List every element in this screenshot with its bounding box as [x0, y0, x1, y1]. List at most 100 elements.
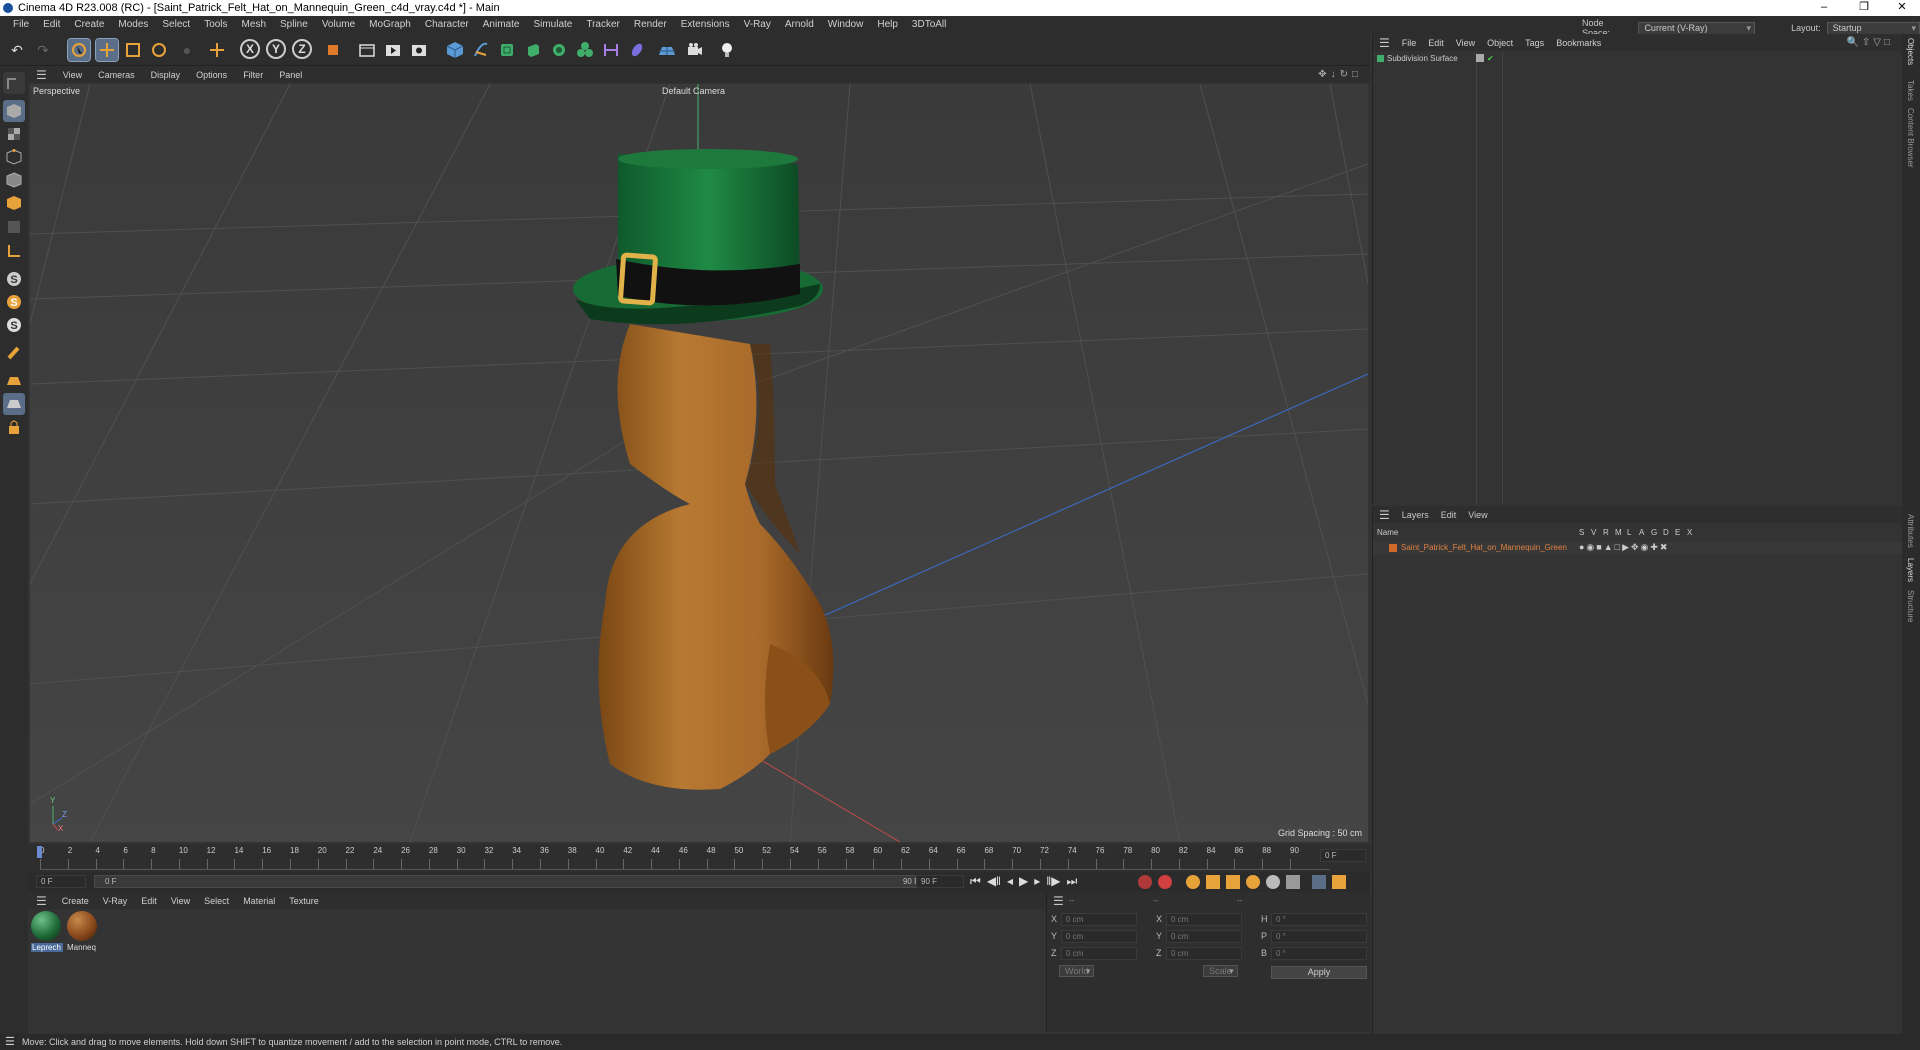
close-button[interactable]: ✕	[1886, 0, 1918, 16]
material-swatch[interactable]: Leprech	[31, 911, 63, 955]
pos-z-field[interactable]: 0 cm	[1061, 947, 1137, 960]
material-menu-texture[interactable]: Texture	[282, 896, 326, 906]
model-mode-icon[interactable]	[3, 100, 25, 122]
tab-takes[interactable]: Takes	[1906, 80, 1915, 101]
visibility-toggle-icon[interactable]	[1476, 54, 1484, 62]
rot-b-field[interactable]: 0 °	[1271, 947, 1367, 960]
select-icon[interactable]	[67, 38, 91, 62]
menu-character[interactable]: Character	[418, 16, 476, 34]
viewport-menu-view[interactable]: View	[55, 70, 90, 80]
object-menu-edit[interactable]: Edit	[1422, 38, 1450, 48]
snap-icon[interactable]: S	[3, 268, 25, 290]
coordinates-hamburger-icon[interactable]: ☰	[1053, 894, 1064, 908]
size-x-field[interactable]: 0 cm	[1166, 913, 1242, 926]
enabled-check-icon[interactable]: ✔	[1487, 54, 1494, 63]
y-axis-icon[interactable]: Y	[266, 39, 286, 59]
subdivision-icon[interactable]	[496, 39, 518, 61]
material-menu-select[interactable]: Select	[197, 896, 236, 906]
menu-select[interactable]: Select	[155, 16, 197, 34]
workplane-icon[interactable]: S	[3, 291, 25, 313]
material-swatch[interactable]: Manneq	[67, 911, 99, 955]
array-icon[interactable]	[548, 39, 570, 61]
polygon-mode-icon[interactable]	[3, 192, 25, 214]
autokey-icon[interactable]	[1158, 875, 1172, 889]
rotation-key-icon[interactable]	[1246, 875, 1260, 889]
play-icon[interactable]: ▶	[1019, 874, 1028, 889]
end-frame-field[interactable]: 90 F	[916, 875, 964, 888]
menu-create[interactable]: Create	[67, 16, 111, 34]
object-search-icon[interactable]: 🔍⇧▽□	[1846, 37, 1893, 48]
timeline-window-icon[interactable]	[1312, 875, 1326, 889]
deformer-icon[interactable]	[600, 39, 622, 61]
size-mode-dropdown[interactable]: Scale	[1203, 965, 1238, 977]
field-icon[interactable]	[626, 39, 648, 61]
sculpt-icon[interactable]	[3, 342, 25, 364]
camera-label[interactable]: Default Camera	[662, 86, 725, 96]
rot-h-field[interactable]: 0 °	[1271, 913, 1367, 926]
timeline-frame-field[interactable]: 0 F	[1320, 849, 1366, 862]
keyframe-selection-icon[interactable]	[1186, 875, 1200, 889]
menu-tracker[interactable]: Tracker	[579, 16, 627, 34]
edge-mode-icon[interactable]	[3, 169, 25, 191]
position-key-icon[interactable]	[1206, 875, 1220, 889]
grid-icon[interactable]	[3, 370, 25, 392]
viewport-menu-options[interactable]: Options	[188, 70, 235, 80]
object-menu-bookmarks[interactable]: Bookmarks	[1550, 38, 1607, 48]
menu-animate[interactable]: Animate	[476, 16, 527, 34]
menu-mesh[interactable]: Mesh	[235, 16, 273, 34]
extrude-icon[interactable]	[522, 39, 544, 61]
scale-icon[interactable]	[122, 39, 144, 61]
layer-color-swatch[interactable]	[1389, 544, 1397, 552]
material-hamburger-icon[interactable]: ☰	[28, 894, 55, 908]
viewport-menu-filter[interactable]: Filter	[235, 70, 271, 80]
go-to-start-icon[interactable]: ⏮	[970, 874, 981, 889]
layer-hamburger-icon[interactable]: ☰	[1373, 508, 1396, 522]
go-to-end-icon[interactable]: ⏭	[1066, 874, 1077, 889]
viewport-hamburger-icon[interactable]: ☰	[28, 68, 55, 82]
timeline-ruler[interactable]: 0 2 4 6 8 10 12 14 16 18 20 22 24 26 28 30 32 34 36 38 40 42 4…	[28, 844, 1370, 872]
apply-button[interactable]: Apply	[1271, 966, 1367, 979]
object-menu-view[interactable]: View	[1450, 38, 1481, 48]
layer-name[interactable]: Saint_Patrick_Felt_Hat_on_Mannequin_Gree…	[1401, 543, 1567, 552]
menu-arnold[interactable]: Arnold	[778, 16, 821, 34]
tab-layers[interactable]: Layers	[1906, 558, 1915, 582]
object-menu-object[interactable]: Object	[1481, 38, 1519, 48]
light-icon[interactable]	[716, 39, 738, 61]
coordinate-system-icon[interactable]	[322, 39, 344, 61]
record-icon[interactable]	[1138, 875, 1152, 889]
viewport-menu-cameras[interactable]: Cameras	[90, 70, 143, 80]
pos-x-field[interactable]: 0 cm	[1061, 913, 1137, 926]
menu-tools[interactable]: Tools	[197, 16, 234, 34]
object-row[interactable]: Subdivision Surface ✔	[1373, 52, 1903, 64]
texture-mode-icon[interactable]	[3, 123, 25, 145]
undo-icon[interactable]: ↶	[6, 39, 28, 61]
viewport-menu-panel[interactable]: Panel	[271, 70, 310, 80]
solo-icon[interactable]: S	[3, 314, 25, 336]
menu-help[interactable]: Help	[870, 16, 905, 34]
parameter-key-icon[interactable]	[1266, 875, 1280, 889]
menu-edit[interactable]: Edit	[36, 16, 67, 34]
layout-dropdown[interactable]: Startup	[1826, 21, 1920, 35]
size-z-field[interactable]: 0 cm	[1166, 947, 1242, 960]
floor-icon[interactable]	[656, 39, 678, 61]
pen-icon[interactable]	[470, 39, 492, 61]
step-back-icon[interactable]: ◂	[1007, 874, 1013, 889]
minimize-button[interactable]: –	[1808, 0, 1840, 16]
menu-extensions[interactable]: Extensions	[674, 16, 737, 34]
layer-flag-icons[interactable]: ●◉■▲□▶✥◉✚✖	[1579, 542, 1669, 553]
menu-volume[interactable]: Volume	[315, 16, 362, 34]
viewport-menu-display[interactable]: Display	[143, 70, 189, 80]
menu-render[interactable]: Render	[627, 16, 674, 34]
menu-mograph[interactable]: MoGraph	[362, 16, 418, 34]
3d-viewport[interactable]: Perspective Default Camera Grid Spacing …	[30, 84, 1368, 842]
layer-menu-edit[interactable]: Edit	[1435, 510, 1463, 520]
render-settings-icon[interactable]	[408, 39, 430, 61]
material-menu-create[interactable]: Create	[55, 896, 96, 906]
layer-menu-view[interactable]: View	[1462, 510, 1493, 520]
floor-grid-icon[interactable]	[3, 393, 25, 415]
material-menu-vray[interactable]: V-Ray	[96, 896, 135, 906]
material-menu-view[interactable]: View	[164, 896, 197, 906]
object-menu-file[interactable]: File	[1396, 38, 1423, 48]
redo-icon[interactable]: ↷	[32, 39, 54, 61]
layer-menu-layers[interactable]: Layers	[1396, 510, 1435, 520]
